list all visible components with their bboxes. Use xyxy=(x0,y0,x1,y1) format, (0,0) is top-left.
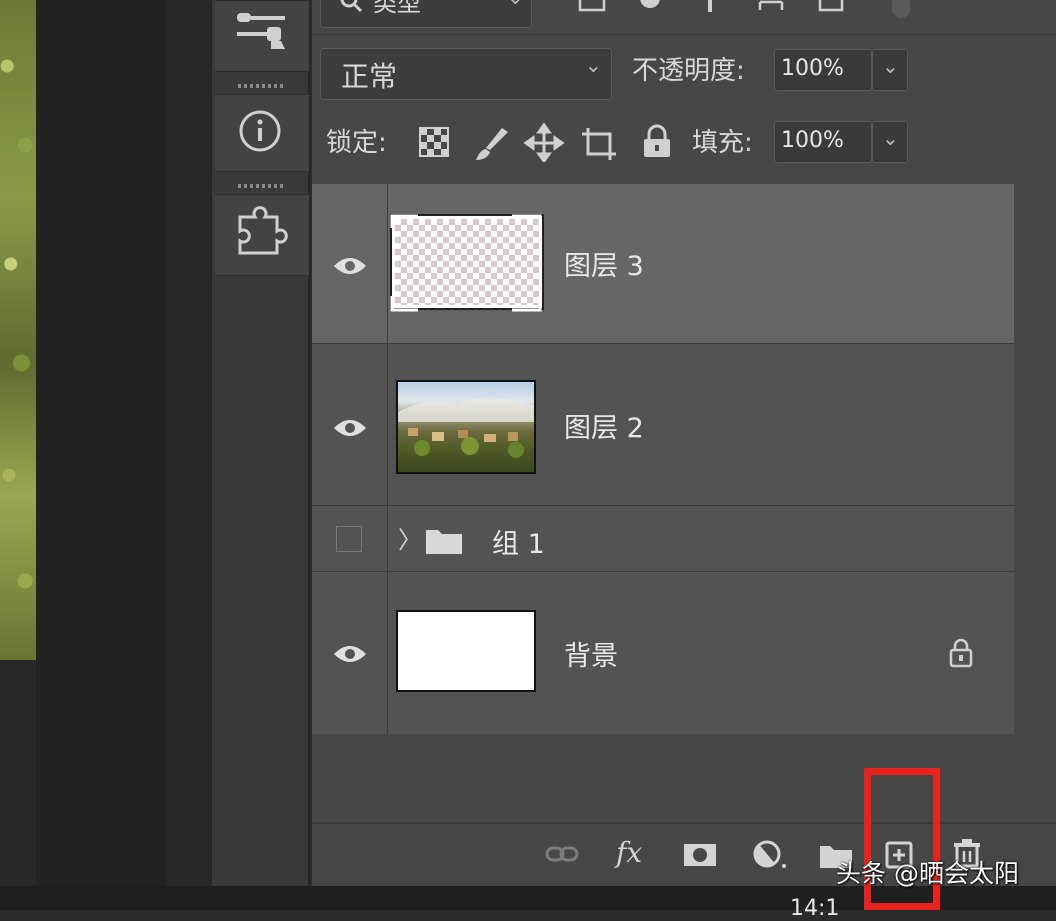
visibility-toggle[interactable] xyxy=(312,506,388,571)
eye-icon xyxy=(334,258,366,274)
fx-icon[interactable]: fx xyxy=(616,836,642,869)
filter-icons xyxy=(578,0,844,12)
layer-row[interactable]: 图层 3 xyxy=(312,184,1014,344)
folder-icon xyxy=(426,530,462,554)
panel-grip[interactable] xyxy=(238,84,284,88)
panel-icon-strip xyxy=(210,0,310,888)
visibility-toggle[interactable] xyxy=(312,572,388,734)
lock-buttons xyxy=(419,122,670,162)
layer-name[interactable]: 图层 3 xyxy=(564,244,644,283)
blend-mode-dropdown[interactable]: 正常 ⌄ xyxy=(320,48,612,100)
mask-icon[interactable] xyxy=(682,840,722,870)
opacity-label: 不透明度: xyxy=(632,56,745,86)
lock-all-icon xyxy=(644,124,670,157)
layers-scrollbar[interactable] xyxy=(1014,184,1056,822)
adjustment-icon[interactable] xyxy=(752,838,792,872)
opacity-input[interactable]: 100% xyxy=(774,49,872,91)
layers-list: 图层 3 图层 2 〉 组 1 背景 xyxy=(312,184,1014,734)
layer-name[interactable]: 背景 xyxy=(564,634,618,673)
info-panel-button[interactable] xyxy=(215,94,309,172)
panel-grip[interactable] xyxy=(238,184,284,188)
layer-name[interactable]: 图层 2 xyxy=(564,406,644,445)
lock-artboard-icon xyxy=(582,128,616,160)
link-layers-icon[interactable] xyxy=(544,840,584,870)
visibility-off-box xyxy=(336,526,362,552)
plugins-panel-button[interactable] xyxy=(215,194,309,276)
canvas-image[interactable] xyxy=(0,0,36,660)
filter-pixel-icon xyxy=(578,0,606,12)
filter-shape-icon xyxy=(758,0,784,10)
search-icon xyxy=(340,0,363,13)
landscape-thumbnail-image xyxy=(398,397,534,458)
chevron-down-icon: ⌄ xyxy=(507,0,524,9)
opacity-slider-button[interactable]: ⌄ xyxy=(872,49,908,91)
canvas-pasteboard xyxy=(36,0,166,888)
group-name[interactable]: 组 1 xyxy=(492,522,545,561)
fill-label: 填充: xyxy=(692,128,753,158)
eye-icon xyxy=(334,420,366,436)
layer-thumbnail-photo[interactable] xyxy=(396,380,536,474)
filter-kind-label: 类型 xyxy=(373,0,421,17)
chevron-down-icon: ⌄ xyxy=(585,53,602,77)
puzzle-icon xyxy=(238,206,288,255)
filter-smart-object-icon xyxy=(818,0,844,12)
lock-pixels-icon xyxy=(476,128,508,160)
sliders-icon xyxy=(237,13,285,49)
lock-label: 锁定: xyxy=(326,128,387,158)
visibility-toggle[interactable] xyxy=(312,184,388,343)
lock-transparent-icon xyxy=(419,127,449,157)
layers-panel: 类型 ⌄ 正常 ⌄ 不透明度: 100% ⌄ 锁定: xyxy=(312,0,1056,888)
expand-chevron-icon[interactable]: 〉 xyxy=(398,520,422,555)
group-row[interactable]: 〉 组 1 xyxy=(312,506,1014,572)
eye-icon xyxy=(334,646,366,662)
info-icon xyxy=(239,110,281,152)
layer-row[interactable]: 背景 xyxy=(312,572,1014,734)
layer-row[interactable]: 图层 2 xyxy=(312,344,1014,506)
fill-input[interactable]: 100% xyxy=(774,121,872,163)
fill-slider-button[interactable]: ⌄ xyxy=(872,121,908,163)
filter-adjustment-icon xyxy=(640,0,660,8)
thumbnail-selection-corners xyxy=(390,214,542,312)
lock-icon[interactable] xyxy=(946,636,976,670)
visibility-toggle[interactable] xyxy=(312,344,388,505)
chevron-down-icon: ⌄ xyxy=(882,126,899,150)
layer-thumbnail-white[interactable] xyxy=(396,610,536,692)
clock-text: 14:1 xyxy=(790,896,840,921)
blend-mode-value: 正常 xyxy=(341,60,398,93)
filter-toggle[interactable] xyxy=(892,0,910,18)
watermark-text: 头条 @晒会太阳 xyxy=(836,859,1019,888)
chevron-down-icon: ⌄ xyxy=(882,54,899,78)
filter-type-icon xyxy=(708,0,712,12)
adjustments-panel-button[interactable] xyxy=(215,0,309,72)
lock-position-icon xyxy=(523,122,565,162)
filter-kind-dropdown[interactable]: 类型 ⌄ xyxy=(320,0,532,28)
